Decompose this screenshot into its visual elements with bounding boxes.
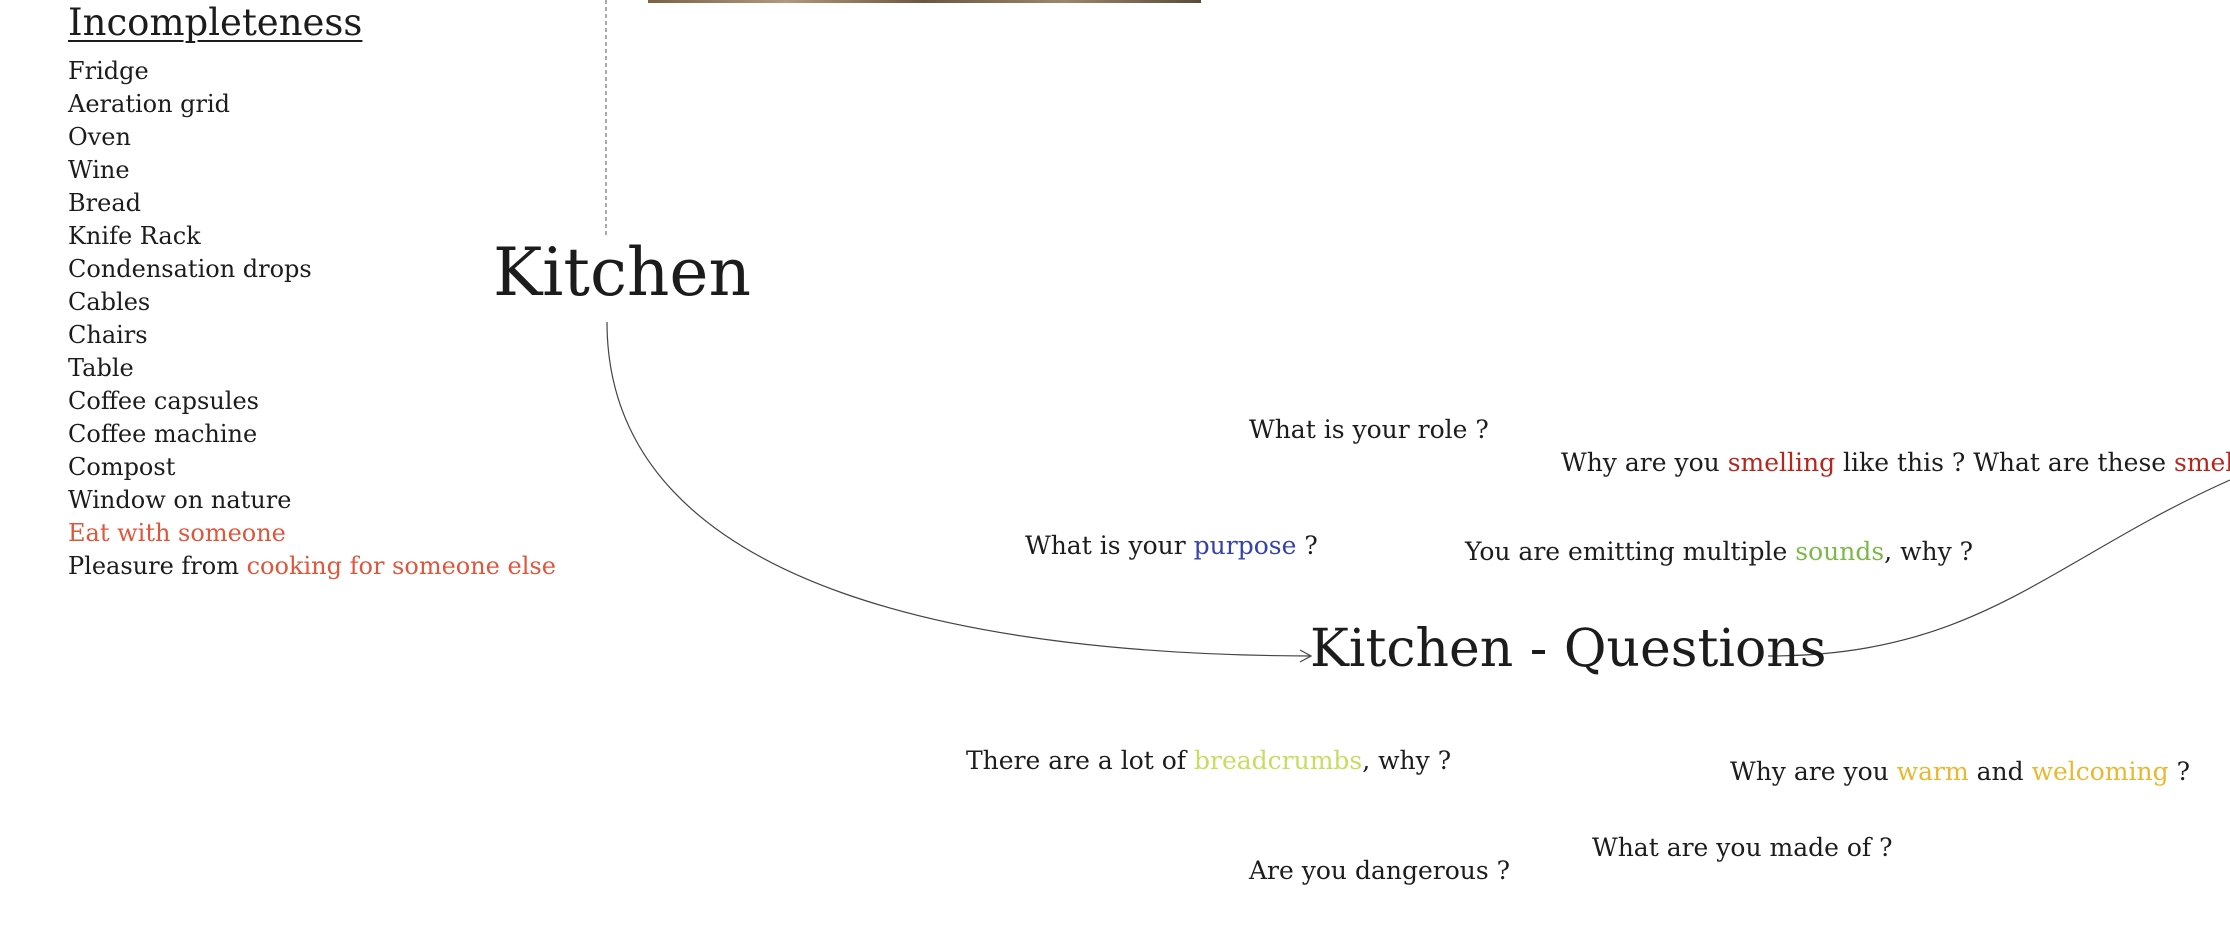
keyword-warm: warm [1896, 757, 1969, 786]
incompleteness-list: Fridge Aeration grid Oven Wine Bread Kni… [68, 55, 556, 583]
keyword-purpose: purpose [1193, 531, 1297, 560]
question-dangerous: Are you dangerous ? [1249, 856, 1511, 885]
list-item: Oven [68, 123, 131, 151]
text-span: Why are you [1561, 448, 1728, 477]
text-span: ? [2168, 757, 2190, 786]
list-item: Bread [68, 189, 141, 217]
list-item-highlighted: Eat with someone [68, 519, 286, 547]
text-span: Why are you [1730, 757, 1897, 786]
questions-outgoing-line [1767, 479, 2230, 657]
question-breadcrumbs: There are a lot of breadcrumbs, why ? [966, 745, 1451, 777]
pleasure-highlight: cooking for someone else [246, 552, 556, 580]
question-warm: Why are you warm and welcoming ? [1730, 756, 2190, 788]
text-span: There are a lot of [966, 746, 1195, 775]
text-span: ? [1296, 531, 1318, 560]
question-sounds: You are emitting multiple sounds, why ? [1465, 536, 1973, 568]
keyword-smelling: smelling [1727, 448, 1836, 477]
list-item: Condensation drops [68, 255, 312, 283]
list-item: Cables [68, 288, 151, 316]
text-span: , why ? [1884, 537, 1974, 566]
text-span: You are emitting multiple [1465, 537, 1796, 566]
question-purpose: What is your purpose ? [1025, 530, 1318, 562]
text-span: What is your [1025, 531, 1194, 560]
list-item: Table [68, 354, 134, 382]
list-item: Coffee capsules [68, 387, 259, 415]
list-item: Wine [68, 156, 130, 184]
kitchen-questions-title: Kitchen - Questions [1310, 619, 1827, 679]
text-span: , why ? [1362, 746, 1452, 775]
keyword-sounds: sounds [1795, 537, 1885, 566]
kitchen-to-questions-arrow [606, 321, 1311, 657]
pleasure-prefix: Pleasure from [68, 552, 247, 580]
question-made-of: What are you made of ? [1592, 833, 1893, 862]
list-item: Window on nature [68, 486, 292, 514]
keyword-welcoming: welcoming [2031, 757, 2169, 786]
list-item: Fridge [68, 57, 149, 85]
keyword-breadcrumbs: breadcrumbs [1194, 746, 1363, 775]
kitchen-title: Kitchen [493, 234, 751, 311]
keyword-smells: smells [2174, 448, 2230, 477]
list-item: Aeration grid [68, 90, 231, 118]
list-item: Compost [68, 453, 176, 481]
list-item: Chairs [68, 321, 148, 349]
text-span: like this ? What are these [1835, 448, 2175, 477]
list-item-pleasure: Pleasure from cooking for someone else [68, 550, 556, 583]
incompleteness-heading: Incompleteness [68, 1, 363, 44]
list-item: Coffee machine [68, 420, 258, 448]
question-role: What is your role ? [1249, 415, 1489, 444]
list-item: Knife Rack [68, 222, 201, 250]
question-smell: Why are you smelling like this ? What ar… [1561, 447, 2230, 479]
text-span: and [1968, 757, 2032, 786]
